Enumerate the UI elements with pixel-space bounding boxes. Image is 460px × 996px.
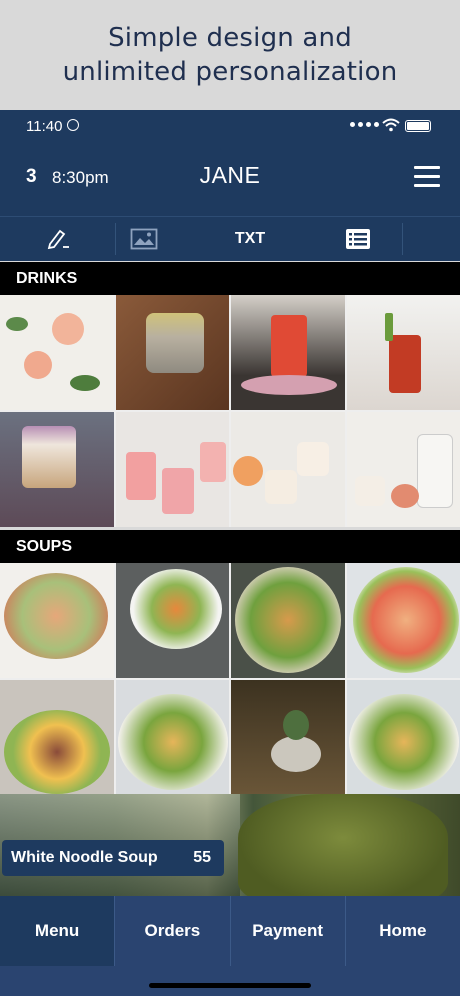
menu-item-tile[interactable]	[346, 412, 460, 527]
status-time: 11:40	[26, 118, 63, 135]
signal-icon	[350, 122, 379, 127]
pencil-icon	[47, 229, 69, 250]
nav-orders[interactable]: Orders	[114, 896, 229, 966]
home-indicator-area	[0, 966, 460, 996]
menu-item-tile[interactable]	[231, 563, 345, 678]
edit-toolbar: TXT	[0, 216, 460, 261]
drinks-grid	[0, 295, 460, 527]
battery-icon	[405, 120, 431, 132]
hamburger-menu-icon[interactable]	[414, 166, 440, 190]
home-indicator[interactable]	[149, 983, 311, 988]
section-title-drinks: DRINKS	[0, 262, 460, 295]
section-title-soups: SOUPS	[0, 530, 460, 563]
menu-item-tile[interactable]	[346, 295, 460, 410]
menu-item-tile[interactable]	[115, 680, 229, 795]
menu-item-tile[interactable]	[231, 295, 345, 410]
menu-item-tile[interactable]	[0, 563, 114, 678]
menu-item-tile[interactable]	[346, 563, 460, 678]
app-header: 3 8:30pm JANE	[0, 144, 460, 216]
orientation-lock-icon	[67, 119, 79, 131]
menu-item-tile[interactable]	[231, 680, 345, 795]
featured-item-label[interactable]: White Noodle Soup 55	[2, 840, 224, 876]
status-bar: 11:40	[0, 110, 460, 144]
menu-item-tile[interactable]	[115, 295, 229, 410]
wifi-icon	[382, 118, 400, 132]
nav-menu[interactable]: Menu	[0, 896, 115, 966]
nav-home[interactable]: Home	[344, 896, 460, 966]
featured-photo-bowl	[238, 794, 448, 896]
promo-banner: Simple design and unlimited personalizat…	[0, 0, 460, 110]
promo-line-2: unlimited personalization	[62, 57, 398, 87]
text-tool-button[interactable]: TXT	[200, 217, 300, 261]
menu-item-tile[interactable]	[115, 412, 229, 527]
bottom-navigation: Menu Orders Payment Home	[0, 896, 460, 966]
menu-item-tile[interactable]	[346, 680, 460, 795]
list-tool-button[interactable]	[330, 217, 386, 261]
featured-item-price: 55	[193, 849, 211, 866]
nav-payment[interactable]: Payment	[229, 896, 345, 966]
toolbar-divider	[402, 223, 403, 255]
image-tool-button[interactable]	[115, 217, 172, 261]
list-icon	[346, 229, 370, 249]
menu-item-tile[interactable]	[0, 680, 114, 795]
featured-item-name: White Noodle Soup	[11, 849, 158, 866]
promo-line-1: Simple design and	[108, 23, 352, 53]
image-icon	[130, 228, 157, 250]
menu-item-tile[interactable]	[115, 563, 229, 678]
menu-item-tile[interactable]	[231, 412, 345, 527]
menu-item-tile[interactable]	[0, 412, 114, 527]
edit-tool-button[interactable]	[0, 217, 115, 261]
menu-item-tile[interactable]	[0, 295, 114, 410]
guest-name: JANE	[199, 162, 261, 188]
soups-grid	[0, 563, 460, 795]
